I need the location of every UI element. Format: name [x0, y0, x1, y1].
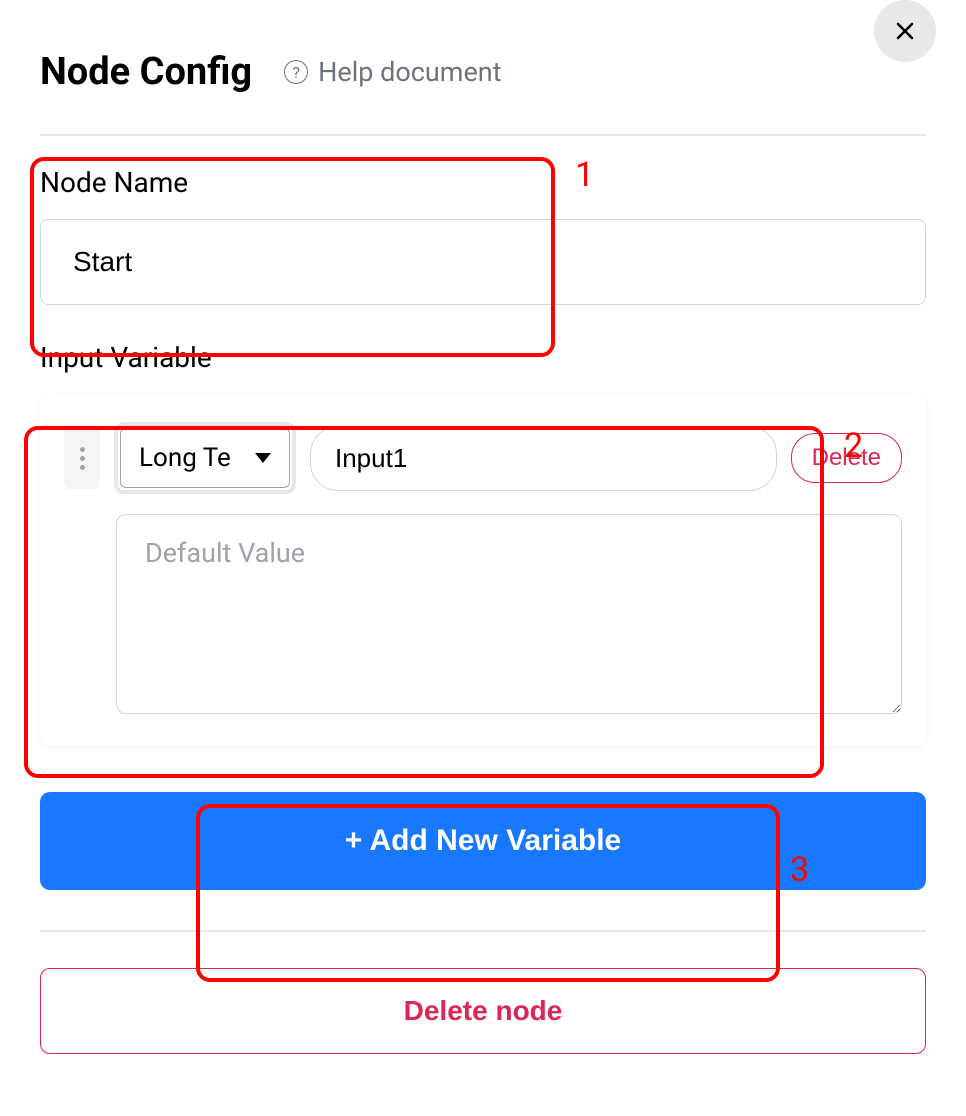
- node-name-input[interactable]: [40, 219, 926, 305]
- help-label: Help document: [318, 56, 501, 88]
- add-new-variable-button[interactable]: + Add New Variable: [40, 792, 926, 890]
- drag-dot: [80, 447, 85, 452]
- drag-handle[interactable]: [64, 427, 100, 489]
- header: Node Config ? Help document: [40, 50, 926, 94]
- drag-dot: [80, 465, 85, 470]
- variable-name-input[interactable]: [310, 426, 777, 491]
- chevron-down-icon: [255, 453, 271, 463]
- header-divider: [40, 134, 926, 136]
- drag-dot: [80, 456, 85, 461]
- variable-card: Long Te Delete: [40, 394, 926, 746]
- type-select-text: Long Te: [139, 443, 247, 473]
- delete-node-button[interactable]: Delete node: [40, 968, 926, 1054]
- help-icon: ?: [284, 60, 308, 84]
- close-button[interactable]: [874, 0, 936, 62]
- delete-variable-button[interactable]: Delete: [791, 433, 902, 483]
- bottom-divider: [40, 930, 926, 932]
- help-document-link[interactable]: ? Help document: [284, 56, 501, 88]
- page-title: Node Config: [40, 50, 252, 94]
- default-value-textarea[interactable]: [116, 514, 902, 714]
- variable-type-select[interactable]: Long Te: [120, 428, 290, 488]
- variable-row: Long Te Delete: [64, 422, 902, 494]
- close-icon: [893, 19, 917, 43]
- node-name-section: Node Name: [40, 166, 926, 305]
- input-variable-label: Input Variable: [40, 341, 926, 374]
- type-select-wrapper: Long Te: [114, 422, 296, 494]
- node-name-label: Node Name: [40, 166, 926, 199]
